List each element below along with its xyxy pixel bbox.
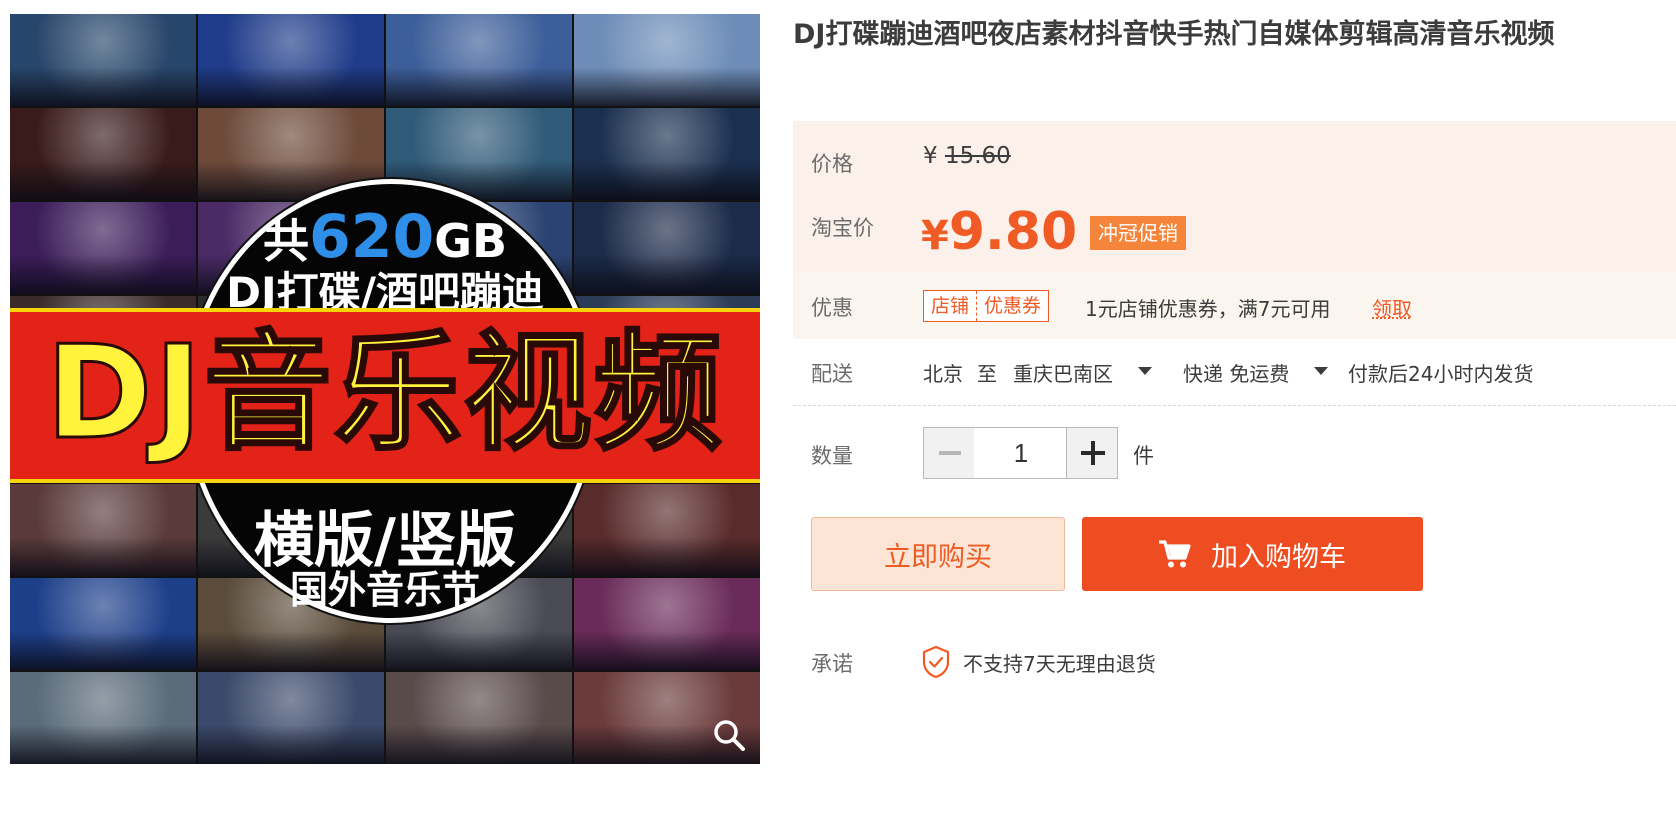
add-to-cart-button[interactable]: 加入购物车 (1082, 517, 1423, 591)
shipping-chevron-down-icon[interactable] (1314, 367, 1328, 375)
image-banner-text: DJ音乐视频 (45, 318, 724, 470)
collage-photo-tile (198, 14, 384, 106)
sale-price: ¥9.80 (921, 202, 1078, 262)
ship-from: 北京 (923, 362, 963, 386)
shield-check-icon (922, 645, 950, 679)
coupon-description: 1元店铺优惠券，满7元可用 (1085, 297, 1331, 321)
collage-photo-tile (198, 672, 384, 764)
pledge-text: 不支持7天无理由退货 (963, 652, 1156, 676)
quantity-increase-button[interactable] (1066, 427, 1118, 479)
quantity-decrease-button[interactable] (923, 427, 975, 479)
collage-photo-tile (10, 672, 196, 764)
coupon-tag: 店铺 优惠券 (923, 290, 1050, 322)
quantity-label: 数量 (811, 444, 853, 468)
shipping-method-select[interactable]: 快递 免运费 (1183, 358, 1289, 387)
collage-photo-tile (10, 14, 196, 106)
buy-now-button[interactable]: 立即购买 (811, 517, 1065, 591)
dispatch-time: 付款后24小时内发货 (1348, 362, 1534, 386)
quantity-unit: 件 (1133, 444, 1154, 468)
claim-coupon-link[interactable]: 领取 (1372, 293, 1412, 322)
add-to-cart-label: 加入购物车 (1211, 541, 1346, 573)
product-main-image[interactable]: 共620GB DJ打碟/酒吧蹦迪 DJ音乐视频 横版/竖版 国外音乐节 (10, 14, 760, 764)
coupon-tag-coupon: 优惠券 (984, 295, 1042, 317)
promo-badge: 冲冠促销 (1090, 216, 1186, 250)
destination-chevron-down-icon[interactable] (1138, 367, 1152, 375)
delivery-label: 配送 (811, 362, 853, 386)
original-price: ¥ 15.60 (923, 143, 1011, 169)
quantity-input[interactable] (974, 427, 1068, 479)
zoom-icon[interactable] (712, 718, 746, 752)
product-title: DJ打碟蹦迪酒吧夜店素材抖音快手热门自媒体剪辑高清音乐视频 (793, 19, 1555, 50)
collage-photo-tile (10, 108, 196, 200)
collage-photo-tile (574, 108, 760, 200)
promotion-label: 优惠 (811, 296, 853, 320)
collage-photo-tile (386, 14, 572, 106)
coupon-tag-shop: 店铺 (931, 295, 970, 317)
pledge-label: 承诺 (811, 652, 853, 676)
section-divider (793, 405, 1676, 406)
collage-photo-tile (386, 672, 572, 764)
collage-photo-tile (574, 14, 760, 106)
ship-to-word: 至 (977, 362, 997, 386)
taobao-price-label: 淘宝价 (811, 216, 874, 240)
image-festival-caption: 国外音乐节 (289, 568, 480, 612)
destination-select[interactable]: 重庆巴南区 (1013, 358, 1113, 387)
buy-now-label: 立即购买 (884, 541, 992, 573)
price-label: 价格 (811, 152, 853, 176)
shopping-cart-icon (1159, 540, 1191, 568)
